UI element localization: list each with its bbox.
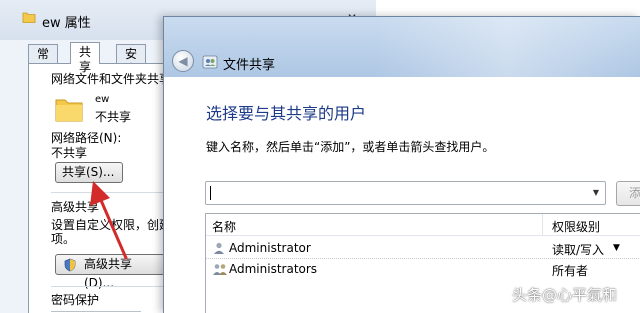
add-button[interactable]: 添 — [616, 181, 640, 206]
network-path-value: 不共享 — [51, 146, 88, 160]
tab-security[interactable]: 安全 — [116, 44, 147, 76]
row-permission: 所有者 — [552, 264, 589, 278]
glass-highlight — [374, 17, 640, 77]
list-row-administrators[interactable]: Administrators 所有者 — [206, 259, 640, 280]
page-title: 选择要与其共享的用户 — [206, 104, 367, 123]
shield-icon — [64, 258, 76, 272]
folder-icon — [22, 12, 36, 23]
folder-icon — [55, 99, 83, 122]
file-sharing-title: 文件共享 — [223, 58, 276, 73]
tab-general[interactable]: 常规 — [28, 44, 59, 76]
column-header-permission[interactable]: 权限级别 — [552, 218, 600, 235]
user-name-input[interactable] — [212, 184, 582, 202]
list-header: 名称 权限级别 — [206, 214, 640, 236]
row-name: Administrator — [229, 241, 311, 255]
row-name: Administrators — [229, 262, 318, 276]
section-password-title: 密码保护 — [51, 293, 100, 307]
section-network-title: 网络文件和文件夹共享 — [51, 72, 172, 86]
column-separator[interactable] — [542, 214, 543, 236]
group-icon — [213, 264, 227, 275]
back-arrow-icon[interactable]: ◀ — [172, 50, 194, 72]
tab-sharing[interactable]: 共享 — [70, 42, 101, 74]
people-share-icon — [202, 55, 218, 69]
advanced-description-cont: 项。 — [51, 232, 76, 246]
file-sharing-titlebar: ◀ 文件共享 — [164, 17, 640, 77]
list-row-administrator[interactable]: Administrator 读取/写入 ▼ — [206, 238, 640, 259]
folder-status: 不共享 — [95, 110, 132, 124]
permission-dropdown-icon[interactable]: ▼ — [613, 241, 620, 255]
dropdown-arrow-icon[interactable]: ▼ — [590, 186, 602, 200]
folder-name: ew — [95, 94, 110, 105]
user-icon — [214, 242, 224, 254]
row-permission[interactable]: 读取/写入 — [552, 241, 604, 258]
properties-title: ew 属性 — [42, 16, 91, 31]
share-button[interactable]: 共享(S)... — [55, 162, 123, 183]
column-header-name[interactable]: 名称 — [212, 218, 236, 235]
watermark-text: 头条@心平氣和 — [512, 286, 618, 304]
user-name-combobox[interactable]: ▼ — [205, 181, 606, 205]
divider — [51, 311, 141, 312]
instruction-text: 键入名称，然后单击“添加”，或者单击箭头查找用户。 — [206, 140, 495, 154]
advanced-share-button[interactable]: 高级共享(D)... — [55, 254, 165, 290]
text-caret — [210, 186, 211, 200]
section-advanced-title: 高级共享 — [51, 200, 100, 214]
